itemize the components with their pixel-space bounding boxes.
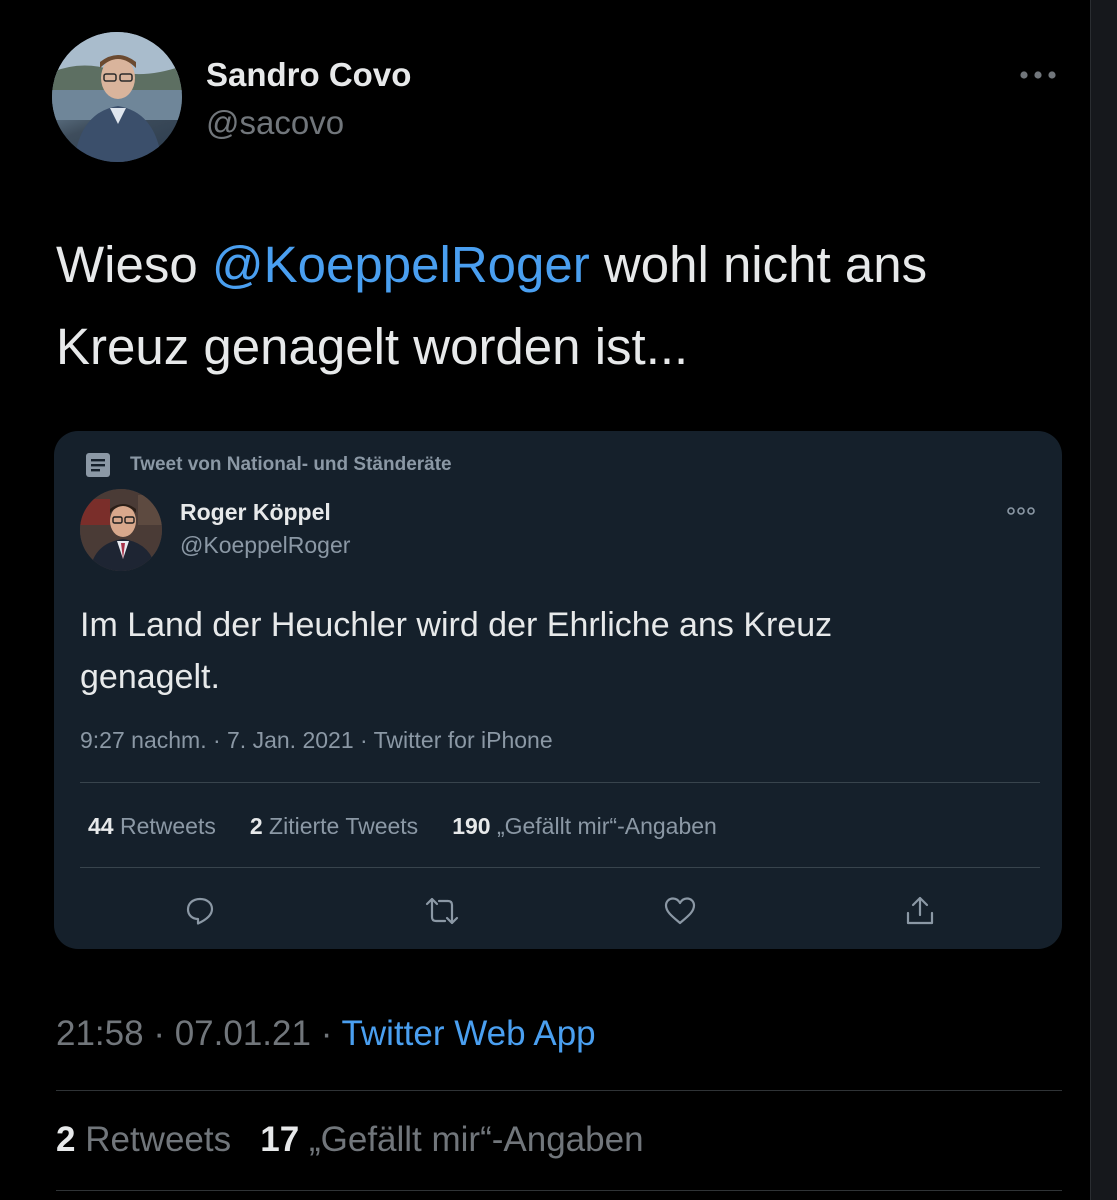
quoted-retweets-label: Retweets [119,813,216,839]
reply-button[interactable] [182,893,218,929]
tweet-timestamp: 21:58 · 07.01.21 · Twitter Web App [56,1014,596,1054]
avatar-photo [52,32,182,162]
quoted-more-options-button[interactable] [1004,501,1038,521]
quoted-source-label: Tweet von National- und Ständeräte [130,454,452,475]
mention-link[interactable]: @KoeppelRoger [212,236,590,293]
quoted-tweet-card[interactable]: Tweet von National- und Ständeräte Roger… [54,431,1062,949]
quoted-likes-count: 190 [452,813,491,839]
tweet-text-part: Wieso [56,236,212,293]
tweet-stats: 2 Retweets 17 „Gefällt mir“-Angaben [56,1120,644,1160]
separator: · [320,1014,333,1053]
divider [80,867,1040,868]
like-button[interactable] [662,893,698,929]
heart-icon [664,897,696,925]
quoted-author-name[interactable]: Roger Köppel [180,499,331,526]
retweet-button[interactable] [424,893,460,929]
share-icon [906,896,934,925]
quoted-avatar[interactable] [80,489,162,571]
quoted-retweets-count: 44 [88,813,114,839]
quoted-likes-label: „Gefällt mir“-Angaben [496,813,717,839]
quoted-tweet-text: Im Land der Heuchler wird der Ehrliche a… [80,606,833,696]
more-horizontal-icon [1020,71,1056,79]
more-options-button[interactable] [1015,58,1061,92]
divider [56,1190,1062,1191]
likes-label: „Gefällt mir“-Angaben [308,1120,644,1159]
avatar[interactable] [52,32,182,162]
separator: · [153,1014,165,1053]
quoted-author-handle[interactable]: @KoeppelRoger [180,532,350,559]
reply-icon [186,897,214,925]
retweet-icon [425,897,459,925]
tweet-time[interactable]: 21:58 [56,1014,144,1053]
quoted-action-bar [54,893,1062,929]
document-icon [86,453,110,477]
quoted-quotes-label: Zitierte Tweets [269,813,419,839]
retweets-count: 2 [56,1120,76,1159]
tweet-text: Wieso @KoeppelRoger wohl nicht ans Kreuz… [56,224,1036,388]
likes-stat[interactable]: 17 „Gefällt mir“-Angaben [260,1120,643,1159]
tweet-date[interactable]: 07.01.21 [175,1014,311,1053]
author-handle[interactable]: @sacovo [206,104,344,142]
quoted-quotes-stat[interactable]: 2 Zitierte Tweets [250,813,418,840]
quoted-likes-stat[interactable]: 190 „Gefällt mir“-Angaben [452,813,717,840]
quoted-tweet-meta: 9:27 nachm. · 7. Jan. 2021 · Twitter for… [80,727,553,753]
quoted-source: Tweet von National- und Ständeräte [84,451,452,479]
divider [80,782,1040,783]
retweets-label: Retweets [85,1120,232,1159]
scrollbar-track[interactable] [1090,0,1117,1200]
more-horizontal-icon [1007,507,1035,515]
quoted-retweets-stat[interactable]: 44 Retweets [88,813,216,840]
author-name[interactable]: Sandro Covo [206,56,411,94]
share-button[interactable] [902,893,938,929]
quoted-stats: 44 Retweets 2 Zitierte Tweets 190 „Gefäl… [88,813,717,840]
retweets-stat[interactable]: 2 Retweets [56,1120,231,1159]
tweet-source-link[interactable]: Twitter Web App [341,1014,595,1053]
quoted-quotes-count: 2 [249,813,263,839]
divider [56,1090,1062,1091]
quoted-avatar-photo [80,489,162,571]
likes-count: 17 [260,1120,300,1159]
